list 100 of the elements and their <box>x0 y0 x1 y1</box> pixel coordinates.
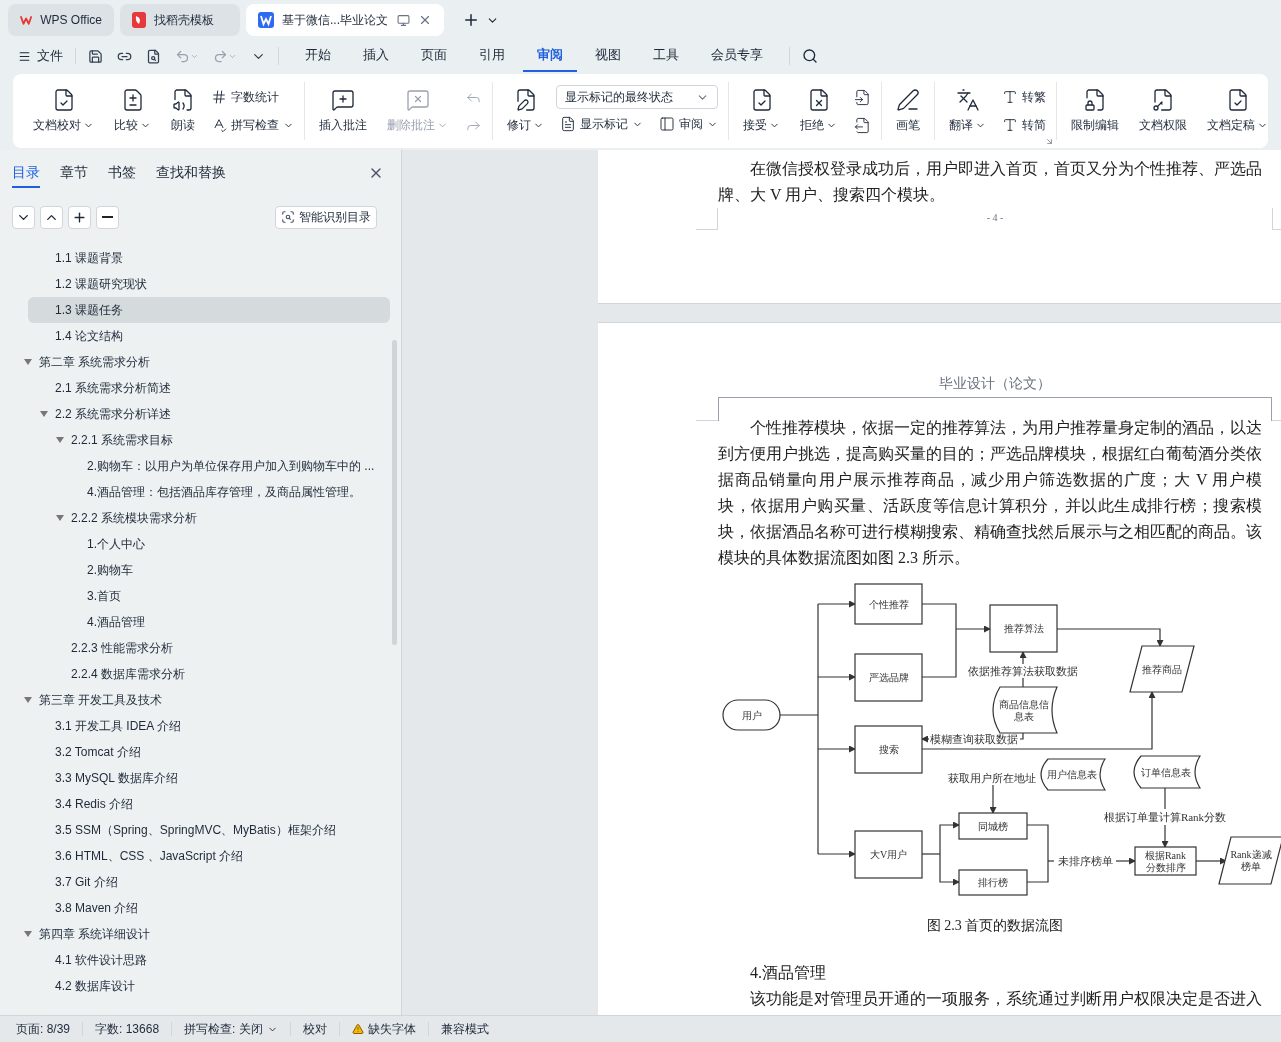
ribbon-button[interactable]: 文档校对 <box>25 81 102 141</box>
expanded-triangle-icon[interactable] <box>24 930 32 938</box>
ribbon-button[interactable]: 拼写检查 <box>207 112 298 138</box>
ribbon-button[interactable]: 朗读 <box>163 81 203 141</box>
page-header: 毕业设计（论文） <box>938 375 1052 393</box>
ribbon-button[interactable]: 审阅 <box>655 111 722 137</box>
toc-item[interactable]: 2.2.1 系统需求目标 <box>28 427 390 453</box>
panel-tab[interactable]: 查找和替换 <box>156 158 226 188</box>
toc-item[interactable]: 1.4 论文结构 <box>28 323 390 349</box>
ribbon-tab[interactable]: 引用 <box>465 40 519 72</box>
search-icon[interactable] <box>802 48 818 64</box>
toc-item[interactable]: 1.个人中心 <box>28 531 390 557</box>
expanded-triangle-icon[interactable] <box>40 410 48 418</box>
window-tab[interactable]: 找稻壳模板 <box>120 4 240 36</box>
toc-item[interactable]: 3.5 SSM（Spring、SpringMVC、MyBatis）框架介绍 <box>28 817 390 843</box>
tab-title: WPS Office <box>40 12 102 29</box>
file-menu-button[interactable]: 文件 <box>18 46 63 66</box>
toc-item[interactable]: 4.酒品管理 <box>28 609 390 635</box>
toc-item[interactable]: 4.1 软件设计思路 <box>28 947 390 973</box>
ribbon-tab[interactable]: 视图 <box>581 40 635 72</box>
process-node: 排行榜 <box>958 869 1028 896</box>
process-node: 大V用户 <box>854 830 923 879</box>
connector-arrow <box>939 853 960 886</box>
toc-item[interactable]: 1.2 课题研究现状 <box>28 271 390 297</box>
spell-check-toggle[interactable]: 拼写检查: 关闭 <box>184 1020 278 1038</box>
toc-item[interactable]: 2.2 系统需求分析详述 <box>28 401 390 427</box>
monitor-icon[interactable] <box>397 13 410 27</box>
toc-item[interactable]: 3.6 HTML、CSS 、JavaScript 介绍 <box>28 843 390 869</box>
toc-item[interactable]: 2.2.4 数据库需求分析 <box>28 661 390 687</box>
ribbon-button[interactable]: 比较 <box>106 81 159 141</box>
missing-fonts-button[interactable]: 缺失字体 <box>351 1020 416 1038</box>
toc-item[interactable]: 2.2.3 性能需求分析 <box>28 635 390 661</box>
dialog-launcher-icon[interactable] <box>1045 137 1054 146</box>
close-icon[interactable] <box>418 13 432 27</box>
ribbon-button[interactable]: 接受 <box>735 81 788 141</box>
ribbon-tab[interactable]: 开始 <box>291 40 345 72</box>
toc-item[interactable]: 3.2 Tomcat 介绍 <box>28 739 390 765</box>
toc-item[interactable]: 第二章 系统需求分析 <box>28 349 390 375</box>
outline-button[interactable] <box>68 205 91 229</box>
smart-outline-button[interactable]: 智能识别目录 <box>275 205 377 229</box>
ribbon-button[interactable]: 限制编辑 <box>1063 81 1127 141</box>
expanded-triangle-icon[interactable] <box>24 358 32 366</box>
window-tab[interactable]: 基于微信...毕业论文 <box>246 4 444 36</box>
toc-item[interactable]: 3.首页 <box>28 583 390 609</box>
toc-item[interactable]: 第四章 系统详细设计 <box>28 921 390 947</box>
toc-item[interactable]: 3.8 Maven 介绍 <box>28 895 390 921</box>
toc-item[interactable]: 1.3 课题任务 <box>28 297 390 323</box>
toc-item[interactable]: 3.4 Redis 介绍 <box>28 791 390 817</box>
toc-item[interactable]: 2.1 系统需求分析简述 <box>28 375 390 401</box>
process-node: 严选品牌 <box>854 653 923 702</box>
ribbon-button[interactable]: 转简 <box>998 112 1050 138</box>
toc-item[interactable]: 3.1 开发工具 IDEA 介绍 <box>28 713 390 739</box>
compatibility-mode-button[interactable]: 兼容模式 <box>440 1020 489 1038</box>
panel-tab[interactable]: 章节 <box>60 158 88 188</box>
toc-item[interactable]: 4.2 数据库设计 <box>28 973 390 999</box>
edge-label: 根据订单量计算Rank分数 <box>1103 811 1227 823</box>
data-node: 推荐商品 <box>1129 645 1195 693</box>
ribbon-button[interactable]: 插入批注 <box>311 81 375 141</box>
ribbon-button[interactable]: 文档定稿 <box>1199 81 1276 141</box>
panel-tab[interactable]: 书签 <box>108 158 136 188</box>
process-node: 搜索 <box>854 725 923 774</box>
toc-item[interactable]: 3.7 Git 介绍 <box>28 869 390 895</box>
proofread-button[interactable]: 校对 <box>302 1020 327 1038</box>
ribbon-button[interactable]: 字数统计 <box>207 84 298 110</box>
pen-icon <box>896 88 920 112</box>
ribbon-tab[interactable]: 审阅 <box>523 40 577 72</box>
connector-arrow <box>817 745 856 753</box>
expanded-triangle-icon[interactable] <box>56 436 64 444</box>
outline-button[interactable] <box>96 205 119 229</box>
expanded-triangle-icon[interactable] <box>56 514 64 522</box>
ribbon-button[interactable]: 画笔 <box>888 81 928 141</box>
window-tab[interactable]: WPS Office <box>8 4 114 36</box>
save-icon[interactable] <box>88 48 103 64</box>
expanded-triangle-icon[interactable] <box>24 696 32 704</box>
word-count[interactable]: 字数: 13668 <box>95 1020 160 1038</box>
toc-item[interactable]: 2.2.2 系统模块需求分析 <box>28 505 390 531</box>
ribbon-tab[interactable]: 插入 <box>349 40 403 72</box>
scrollbar[interactable] <box>392 340 397 645</box>
ribbon-button[interactable]: 拒绝 <box>792 81 845 141</box>
ribbon-tab[interactable]: 页面 <box>407 40 461 72</box>
ribbon-button[interactable]: 修订 <box>499 81 552 141</box>
toc-item[interactable]: 2.购物车：以用户为单位保存用户加入到购物车中的 ... <box>28 453 390 479</box>
new-tab-icon[interactable] <box>462 11 480 29</box>
toc-item[interactable]: 2.购物车 <box>28 557 390 583</box>
toc-item[interactable]: 1.1 课题背景 <box>28 245 390 271</box>
ribbon-button[interactable]: 转繁 <box>998 84 1050 110</box>
ribbon-button[interactable]: 翻译 <box>941 81 994 141</box>
toc-item[interactable]: 4.酒品管理：包括酒品库存管理，及商品属性管理。 <box>28 479 390 505</box>
ribbon-tab[interactable]: 会员专享 <box>697 40 777 72</box>
toc-item[interactable]: 第三章 开发工具及技术 <box>28 687 390 713</box>
markup-dropdown[interactable]: 显示标记的最终状态 <box>556 85 718 109</box>
ribbon-tab[interactable]: 工具 <box>639 40 693 72</box>
preview-icon[interactable] <box>146 48 161 64</box>
import-document-icon <box>853 88 871 106</box>
ribbon-button[interactable]: 显示标记 <box>556 111 647 137</box>
warning-icon <box>351 1023 364 1035</box>
panel-tab[interactable]: 目录 <box>12 158 40 188</box>
toc-item[interactable]: 3.3 MySQL 数据库介绍 <box>28 765 390 791</box>
letter-icon <box>1002 117 1018 133</box>
ribbon-button[interactable]: 文档权限 <box>1131 81 1195 141</box>
